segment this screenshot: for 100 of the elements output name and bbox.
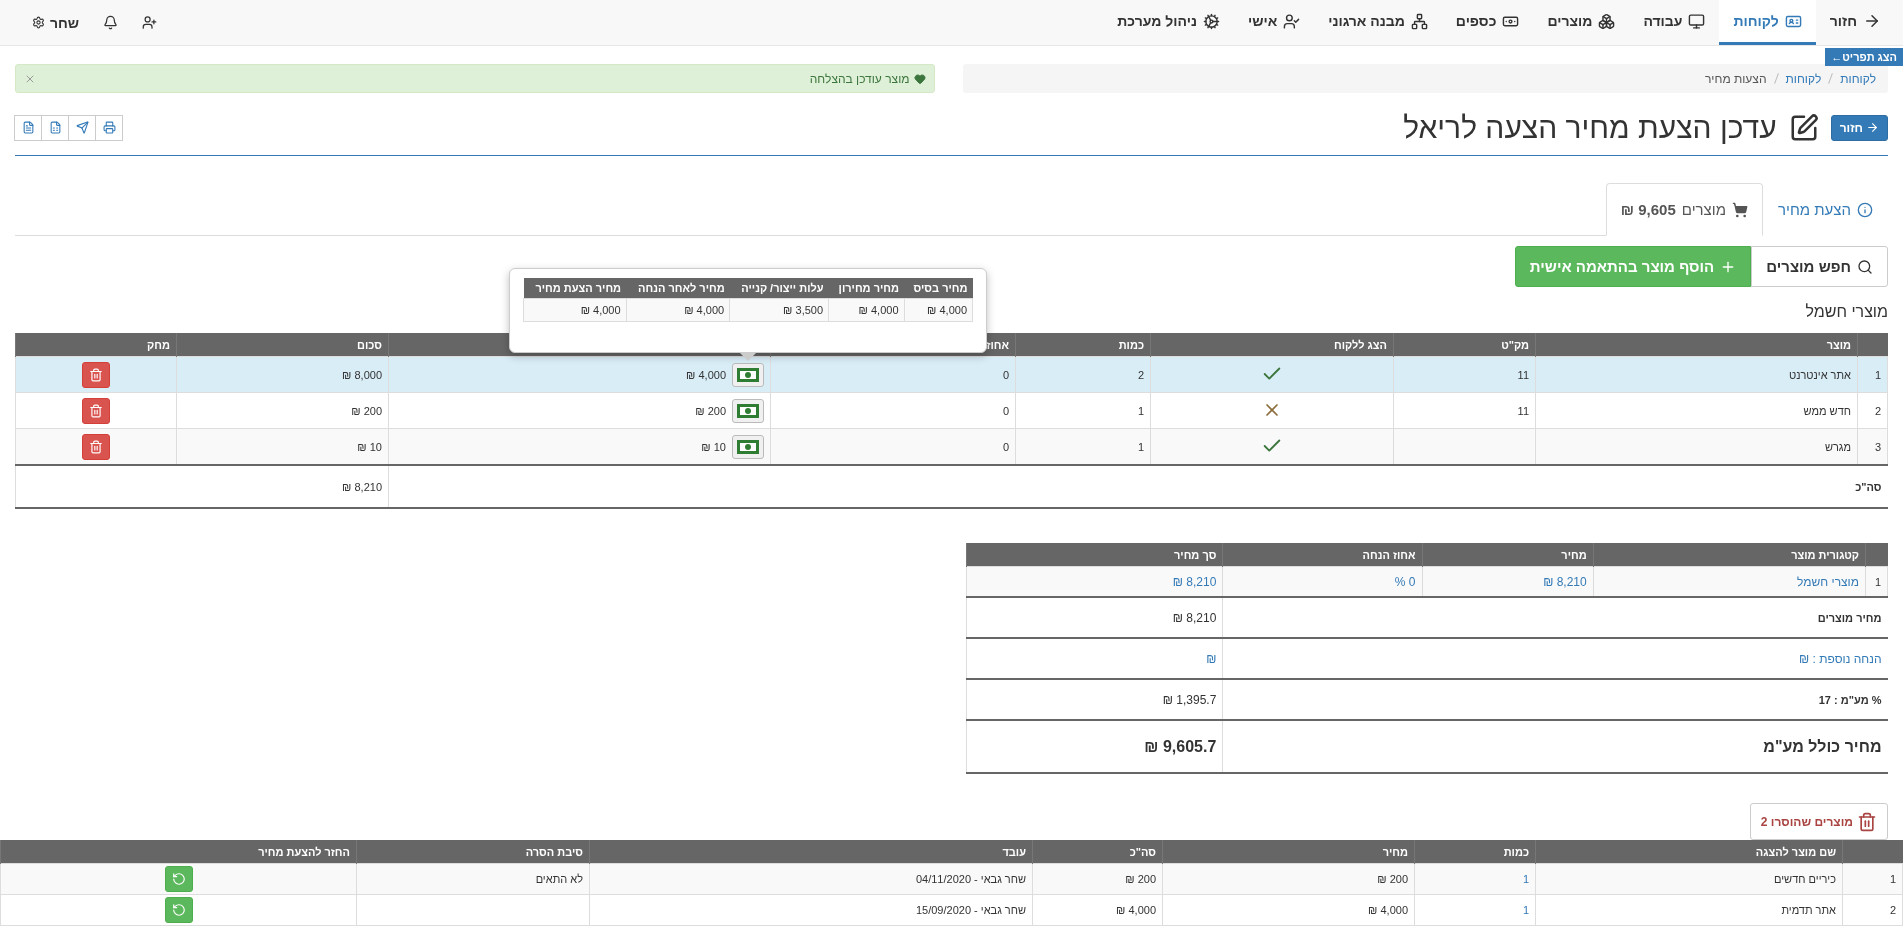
nav-item[interactable]: עבודה: [1629, 0, 1720, 45]
table-cell: 0: [770, 392, 1016, 429]
price-details-button[interactable]: [732, 434, 764, 459]
table-cell: 3: [1857, 428, 1888, 465]
table-cell: אתר אינטרנט: [1535, 356, 1858, 393]
monitor-icon: [1688, 12, 1706, 30]
column-header: מחק: [15, 333, 177, 357]
trash-icon: [89, 438, 103, 455]
table-cell: 200 ₪: [176, 392, 389, 429]
column-header: מחיר הצעת מחיר: [523, 277, 627, 298]
table-cell: 2: [1842, 894, 1903, 926]
column-header: קטגורית מוצר: [1593, 543, 1866, 567]
total-value: 8,210 ₪: [15, 465, 389, 508]
print-button[interactable]: [95, 114, 123, 141]
nav-item[interactable]: ניהול מערכת: [1103, 0, 1234, 45]
column-header: הצג ללקוח: [1150, 333, 1394, 357]
table-cell: 4,000 ₪: [904, 298, 973, 321]
delete-button[interactable]: [82, 361, 110, 388]
table-cell: 4,000 ₪: [523, 298, 627, 321]
table-cell: כיריים חדשים: [1535, 863, 1843, 895]
trash-icon: [89, 402, 103, 419]
nav-item[interactable]: אישי: [1233, 0, 1315, 45]
price-text: 200 ₪: [695, 404, 726, 417]
price-text: 4,000 ₪: [686, 368, 726, 381]
column-header: מוצר: [1535, 333, 1858, 357]
table-cell: מוצרי חשמל: [1593, 566, 1866, 597]
restore-button[interactable]: [164, 897, 193, 923]
document-icon: [21, 121, 35, 134]
table-cell: 11: [1393, 392, 1536, 429]
table-cell: 8,210 ₪: [966, 566, 1223, 597]
restore-button[interactable]: [164, 866, 193, 892]
table-cell: 1: [1842, 863, 1903, 895]
printer-icon: [102, 121, 116, 134]
heart-icon: [913, 72, 926, 85]
send-button[interactable]: [68, 114, 96, 141]
menu-toggle[interactable]: הצג תפריט←: [1825, 48, 1903, 66]
table-cell: שחר גבאי - 15/09/2020: [589, 894, 1033, 926]
table-cell: 2: [1857, 392, 1888, 429]
table-cell: 1: [1857, 356, 1888, 393]
breadcrumb-link[interactable]: לקוחות: [1840, 71, 1876, 86]
page-title: עדכן הצעת מחיר הצעה לריאל: [1403, 110, 1777, 145]
column-header: מחיר: [1162, 840, 1415, 864]
settings-icon: [32, 16, 45, 29]
nav-item[interactable]: כספים: [1441, 0, 1534, 45]
nav-item[interactable]: לקוחות: [1719, 0, 1816, 45]
column-header: עלות ייצור/ קנייה: [729, 277, 829, 298]
column-header: סכום: [176, 333, 389, 357]
nav-item[interactable]: מבנה ארגוני: [1314, 0, 1442, 45]
table-cell: 200 ₪: [1162, 863, 1415, 895]
user-name-link[interactable]: שחר: [20, 0, 92, 45]
column-header: סך מחיר: [966, 543, 1223, 567]
table-cell: חדש ממש: [1535, 392, 1858, 429]
table-cell: 4,000 ₪: [828, 298, 904, 321]
table-cell: 0: [770, 356, 1016, 393]
banknote-icon: [737, 367, 759, 382]
banknote-icon: [737, 403, 759, 418]
search-icon: [1857, 258, 1873, 275]
user-check-icon: [1283, 12, 1301, 30]
column-header: מחיר מחירון: [828, 277, 904, 298]
table-cell: 2: [1015, 356, 1151, 393]
back-button[interactable]: חזור: [1830, 114, 1888, 141]
cart-icon: [1731, 201, 1748, 218]
column-header: שם מוצר להצגה: [1535, 840, 1843, 864]
table-cell: לא התאים: [356, 863, 590, 895]
column-header: אחוז הנחה: [1222, 543, 1423, 567]
back-link[interactable]: חזור: [1815, 0, 1895, 45]
table-cell: אתר תדמית: [1535, 894, 1843, 926]
table-cell: שחר גבאי - 04/11/2020: [589, 863, 1033, 895]
column-header: עובד: [589, 840, 1033, 864]
spreadsheet-icon: [48, 121, 62, 134]
delete-button[interactable]: [82, 433, 110, 460]
price-details-button[interactable]: [732, 362, 764, 387]
table-cell: 0 %: [1222, 566, 1423, 597]
search-products-button[interactable]: חפש מוצרים: [1751, 246, 1888, 287]
document-button[interactable]: [14, 114, 42, 141]
summary-value: 8,210 ₪: [966, 597, 1223, 638]
boxes-icon: [1598, 12, 1616, 30]
column-header: כמות: [1414, 840, 1536, 864]
column-header: כמות: [1015, 333, 1151, 357]
sitemap-icon: [1410, 12, 1428, 30]
breadcrumb-link[interactable]: לקוחות: [1785, 71, 1822, 86]
table-cell: 1: [1865, 566, 1888, 597]
summary-label: מחיר מוצרים: [1222, 597, 1888, 638]
table-cell: 1: [1015, 392, 1151, 429]
excel-button[interactable]: [41, 114, 69, 141]
alert-message: מוצר עודכן בהצלחה: [808, 71, 910, 86]
summary-value: 9,605.7 ₪: [966, 720, 1223, 773]
nav-item[interactable]: מוצרים: [1533, 0, 1630, 45]
price-details-button[interactable]: [732, 398, 764, 423]
user-icon: [142, 15, 158, 30]
table-cell: 200 ₪: [1032, 863, 1163, 895]
section-title: מוצרי חשמל: [1805, 303, 1888, 322]
column-header: מחיר: [1422, 543, 1594, 567]
cog-icon: [1202, 12, 1220, 30]
price-text: 10 ₪: [701, 440, 726, 453]
delete-button[interactable]: [82, 397, 110, 424]
summary-label: מחיר כולל מע"מ: [1222, 720, 1888, 773]
breadcrumb-current: הצעות מחיר: [1704, 71, 1767, 86]
table-cell: 11: [1393, 356, 1536, 393]
table-cell: 8,000 ₪: [176, 356, 389, 393]
